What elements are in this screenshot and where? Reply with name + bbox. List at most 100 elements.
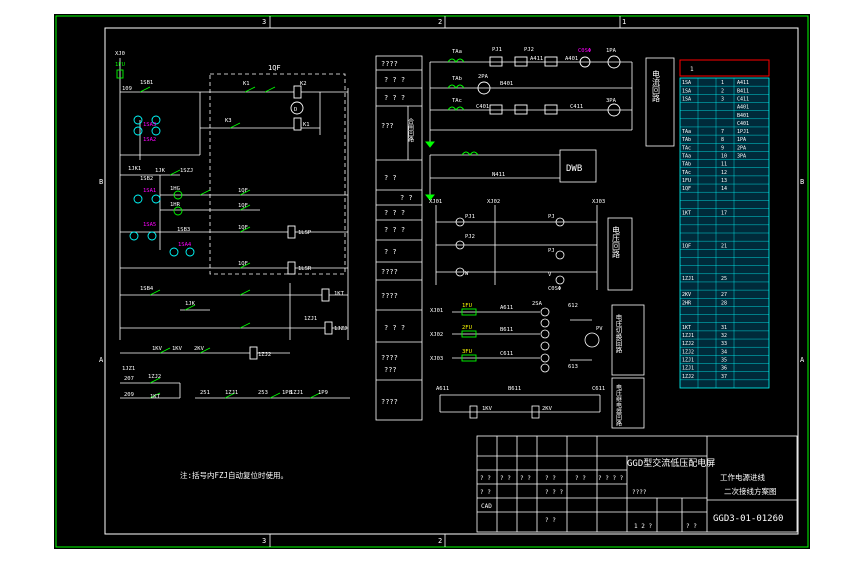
svg-text:K1: K1 xyxy=(243,81,250,87)
svg-text:? ?: ? ? xyxy=(575,475,586,482)
terminal-row-label: 1ZJ1 xyxy=(682,276,694,282)
svg-text:????: ???? xyxy=(381,60,398,68)
svg-text:1ZJ2: 1ZJ2 xyxy=(148,374,161,380)
terminal-row-label: 1FU xyxy=(682,178,691,184)
svg-text:D: D xyxy=(294,107,297,113)
terminal-number: 32 xyxy=(721,333,727,339)
series-title: GGD型交流低压配电屏 xyxy=(627,457,715,469)
svg-text:1ZJ1: 1ZJ1 xyxy=(290,390,303,396)
svg-text:XJ02: XJ02 xyxy=(487,199,500,205)
terminal-wire-label: 2PA xyxy=(737,145,746,151)
svg-text:1SA4: 1SA4 xyxy=(178,242,192,248)
svg-text:1FU: 1FU xyxy=(462,303,472,309)
svg-text:1SB3: 1SB3 xyxy=(177,227,190,233)
terminal-row-label: TAc xyxy=(682,170,691,176)
svg-text:????: ???? xyxy=(381,398,398,406)
svg-text:1KV: 1KV xyxy=(172,346,183,352)
svg-text:1SA1: 1SA1 xyxy=(143,188,156,194)
terminal-number: 2 xyxy=(721,88,724,94)
svg-text:? ?: ? ? xyxy=(384,174,397,182)
svg-text:XJ01: XJ01 xyxy=(429,199,442,205)
coil-zj1 xyxy=(324,321,333,335)
svg-text:PJ: PJ xyxy=(548,248,555,254)
section-relay-label: 电压继电器回路 xyxy=(615,383,622,427)
svg-text:? ? ?: ? ? ? xyxy=(384,226,405,234)
coil-lsr xyxy=(287,261,296,275)
svg-text:PJ: PJ xyxy=(548,214,555,220)
svg-text:C0SΦ: C0SΦ xyxy=(578,48,591,54)
svg-text:合闸回路: 合闸回路 xyxy=(407,117,414,143)
svg-text:C0SΦ: C0SΦ xyxy=(548,286,561,292)
terminal-number: 25 xyxy=(721,276,727,282)
terminal-header: 1 xyxy=(690,66,694,73)
terminal-number: 21 xyxy=(721,243,727,249)
svg-text:DWB: DWB xyxy=(566,164,582,174)
svg-text:1QF: 1QF xyxy=(238,261,248,267)
svg-text:1LSP: 1LSP xyxy=(298,230,312,236)
svg-text:1SB4: 1SB4 xyxy=(140,286,154,292)
terminal-wire-label: C411 xyxy=(737,96,749,102)
terminal-wire-label: B411 xyxy=(737,88,749,94)
note-text: 注:括号内FZJ自动复位时使用。 xyxy=(180,470,288,480)
svg-text:PV: PV xyxy=(596,326,603,332)
svg-text:1PA: 1PA xyxy=(606,48,617,54)
svg-text:? ?: ? ? xyxy=(686,523,697,530)
svg-text:2PA: 2PA xyxy=(478,74,489,80)
zone-side-b-right: B xyxy=(800,178,804,186)
terminal-wire-label: C401 xyxy=(737,121,749,127)
svg-text:1HR: 1HR xyxy=(170,202,181,208)
terminal-number: 37 xyxy=(721,374,727,380)
terminal-number: 1 xyxy=(721,80,724,86)
svg-text:B401: B401 xyxy=(500,81,513,87)
terminal-wire-label: 3PA xyxy=(737,154,746,160)
terminal-number: 34 xyxy=(721,349,727,355)
svg-text:????: ???? xyxy=(381,354,398,362)
terminal-row-label: 2KV xyxy=(682,292,691,298)
svg-text:253: 253 xyxy=(258,390,268,396)
coil-k2 xyxy=(293,85,302,99)
svg-text:207: 207 xyxy=(124,376,134,382)
svg-text:1SZJ: 1SZJ xyxy=(180,168,193,174)
svg-text:251: 251 xyxy=(200,390,210,396)
svg-text:? ?: ? ? xyxy=(480,475,491,482)
terminal-number: 8 xyxy=(721,137,724,143)
svg-text:1SA2: 1SA2 xyxy=(143,137,156,143)
electrical-schematic-drawing: 3 2 1 3 2 B A B A 1QF 1FU XJ0 1SB1 109 K… xyxy=(54,14,810,549)
svg-text:2KV: 2KV xyxy=(542,406,553,412)
terminal-wire-label: A401 xyxy=(737,105,749,111)
svg-text:1JK1: 1JK1 xyxy=(128,166,141,172)
svg-text:? ? ?: ? ? ? xyxy=(384,209,405,217)
terminal-number: 28 xyxy=(721,300,727,306)
terminal-row-label: 1KT xyxy=(682,211,691,217)
svg-text:C611: C611 xyxy=(592,386,605,392)
svg-text:613: 613 xyxy=(568,364,578,370)
svg-text:XJ02: XJ02 xyxy=(430,332,443,338)
terminal-row-label: 1SA xyxy=(682,96,691,102)
terminal-number: 14 xyxy=(721,186,727,192)
svg-text:2KV: 2KV xyxy=(194,346,205,352)
svg-text:1JZJ: 1JZJ xyxy=(334,326,347,332)
terminal-number: 11 xyxy=(721,162,727,168)
terminal-row-label: TAb xyxy=(682,162,691,168)
svg-text:? ?: ? ? xyxy=(545,517,556,524)
svg-text:1JK: 1JK xyxy=(155,168,166,174)
svg-text:????: ???? xyxy=(381,292,398,300)
drawing-number: GGD3-01-01260 xyxy=(713,514,783,524)
svg-text:A611: A611 xyxy=(500,305,513,311)
terminal-wire-label: 1PA xyxy=(737,137,746,143)
terminal-row-label: 2HR xyxy=(682,300,692,306)
terminal-number: 33 xyxy=(721,341,727,347)
svg-text:3FU: 3FU xyxy=(462,349,472,355)
svg-text:B611: B611 xyxy=(500,327,513,333)
svg-text:1KT: 1KT xyxy=(334,291,345,297)
terminal-number: 31 xyxy=(721,325,727,331)
svg-text:K3: K3 xyxy=(225,118,232,124)
svg-text:CAD: CAD xyxy=(481,503,492,510)
section-current-label: 电流回路 xyxy=(652,69,661,102)
svg-text:1SB1: 1SB1 xyxy=(140,80,153,86)
terminal-wire-label: 1PJ1 xyxy=(737,129,749,135)
terminal-row-label: 1ZJ2 xyxy=(682,349,694,355)
svg-text:C401: C401 xyxy=(476,104,489,110)
section-voltage-label: 电压回路 xyxy=(612,225,621,258)
svg-text:1SA5: 1SA5 xyxy=(143,222,156,228)
